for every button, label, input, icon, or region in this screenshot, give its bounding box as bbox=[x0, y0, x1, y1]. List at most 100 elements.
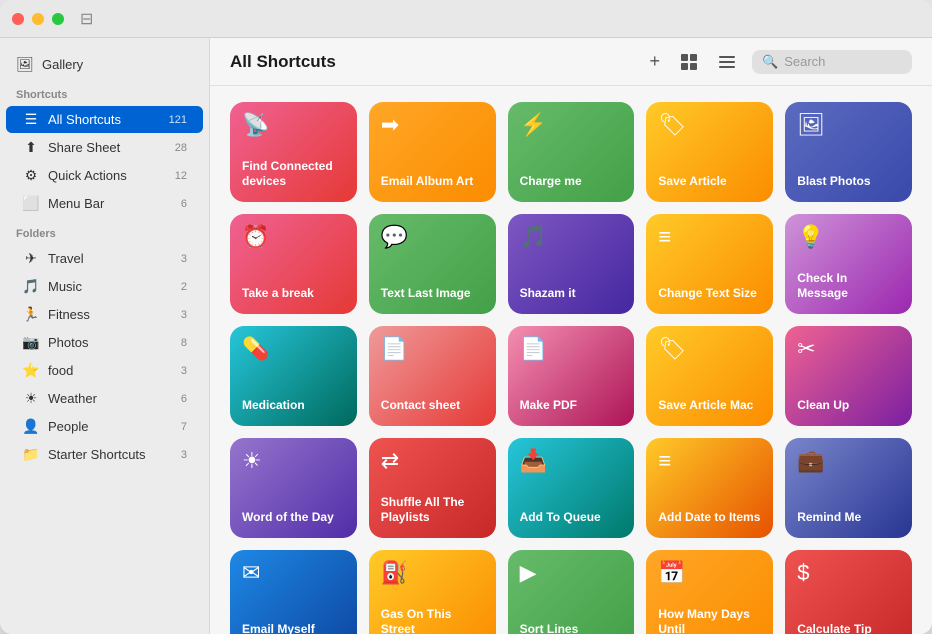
shortcut-icon-medication: 💊 bbox=[242, 338, 345, 360]
close-button[interactable] bbox=[12, 13, 24, 25]
all-shortcuts-icon: ☰ bbox=[22, 111, 40, 128]
search-icon: 🔍 bbox=[762, 54, 778, 70]
travel-label: Travel bbox=[48, 251, 173, 266]
shortcut-icon-calculate-tip: $ bbox=[797, 562, 900, 584]
shortcut-label-contact-sheet: Contact sheet bbox=[381, 398, 484, 414]
shortcut-icon-word-of-day: ☀ bbox=[242, 450, 345, 472]
sidebar-item-gallery[interactable]: 🖼 Gallery bbox=[0, 50, 209, 79]
photos-icon: 📷 bbox=[22, 334, 40, 351]
shortcut-card-word-of-day[interactable]: ☀ Word of the Day bbox=[230, 438, 357, 538]
main-window: ⊟ 🖼 Gallery Shortcuts ☰ All Shortcuts 12… bbox=[0, 0, 932, 634]
shortcut-card-add-date-items[interactable]: ≡ Add Date to Items bbox=[646, 438, 773, 538]
sidebar-item-fitness[interactable]: 🏃 Fitness 3 bbox=[6, 301, 203, 328]
sidebar-item-travel[interactable]: ✈ Travel 3 bbox=[6, 245, 203, 272]
shortcut-label-remind-me: Remind Me bbox=[797, 510, 900, 526]
shortcut-icon-shazam-it: 🎵 bbox=[520, 226, 623, 248]
shortcut-card-gas-street[interactable]: ⛽ Gas On This Street bbox=[369, 550, 496, 634]
shortcut-card-email-myself[interactable]: ✉ Email Myself bbox=[230, 550, 357, 634]
shortcut-icon-sort-lines: ▶ bbox=[520, 562, 623, 584]
people-icon: 👤 bbox=[22, 418, 40, 435]
shortcut-card-take-break[interactable]: ⏰ Take a break bbox=[230, 214, 357, 314]
traffic-lights bbox=[12, 13, 64, 25]
food-badge: 3 bbox=[181, 365, 187, 377]
shortcut-card-find-connected[interactable]: 📡 Find Connected devices bbox=[230, 102, 357, 202]
sidebar-item-share-sheet[interactable]: ⬆ Share Sheet 28 bbox=[6, 134, 203, 161]
shortcut-card-text-last-image[interactable]: 💬 Text Last Image bbox=[369, 214, 496, 314]
sidebar-item-menu-bar[interactable]: ⬜ Menu Bar 6 bbox=[6, 190, 203, 217]
food-label: food bbox=[48, 363, 173, 378]
grid-view-button[interactable] bbox=[676, 49, 702, 75]
photos-label: Photos bbox=[48, 335, 173, 350]
shortcut-icon-how-many-days: 📅 bbox=[658, 562, 761, 584]
shortcut-icon-text-last-image: 💬 bbox=[381, 226, 484, 248]
page-title: All Shortcuts bbox=[230, 52, 633, 72]
shortcut-card-save-article-mac[interactable]: 🏷 Save Article Mac bbox=[646, 326, 773, 426]
shortcut-card-charge-me[interactable]: ⚡ Charge me bbox=[508, 102, 635, 202]
shortcut-label-gas-street: Gas On This Street bbox=[381, 607, 484, 634]
shortcut-label-calculate-tip: Calculate Tip bbox=[797, 622, 900, 634]
shortcut-card-email-album[interactable]: ➡ Email Album Art bbox=[369, 102, 496, 202]
shortcut-card-contact-sheet[interactable]: 📄 Contact sheet bbox=[369, 326, 496, 426]
gallery-label: Gallery bbox=[42, 57, 83, 72]
quick-actions-icon: ⚙ bbox=[22, 167, 40, 184]
share-sheet-icon: ⬆ bbox=[22, 139, 40, 156]
add-shortcut-button[interactable]: + bbox=[645, 47, 664, 76]
shortcut-label-save-article: Save Article bbox=[658, 174, 761, 190]
shortcut-card-shazam-it[interactable]: 🎵 Shazam it bbox=[508, 214, 635, 314]
sidebar-item-starter[interactable]: 📁 Starter Shortcuts 3 bbox=[6, 441, 203, 468]
all-shortcuts-badge: 121 bbox=[169, 114, 187, 126]
shortcut-icon-take-break: ⏰ bbox=[242, 226, 345, 248]
sidebar-item-people[interactable]: 👤 People 7 bbox=[6, 413, 203, 440]
shortcut-card-blast-photos[interactable]: 🖼 Blast Photos bbox=[785, 102, 912, 202]
sidebar-item-photos[interactable]: 📷 Photos 8 bbox=[6, 329, 203, 356]
shortcut-label-clean-up: Clean Up bbox=[797, 398, 900, 414]
main-content: All Shortcuts + bbox=[210, 38, 932, 634]
shortcut-card-make-pdf[interactable]: 📄 Make PDF bbox=[508, 326, 635, 426]
fullscreen-button[interactable] bbox=[52, 13, 64, 25]
shortcut-card-medication[interactable]: 💊 Medication bbox=[230, 326, 357, 426]
travel-icon: ✈ bbox=[22, 250, 40, 267]
shortcut-label-save-article-mac: Save Article Mac bbox=[658, 398, 761, 414]
shortcut-card-check-in-message[interactable]: 💡 Check In Message bbox=[785, 214, 912, 314]
shortcut-icon-contact-sheet: 📄 bbox=[381, 338, 484, 360]
music-badge: 2 bbox=[181, 281, 187, 293]
sidebar-item-food[interactable]: ⭐ food 3 bbox=[6, 357, 203, 384]
app-body: 🖼 Gallery Shortcuts ☰ All Shortcuts 121 … bbox=[0, 38, 932, 634]
shortcut-card-save-article[interactable]: 🏷 Save Article bbox=[646, 102, 773, 202]
shortcut-label-email-album: Email Album Art bbox=[381, 174, 484, 190]
shortcut-card-how-many-days[interactable]: 📅 How Many Days Until bbox=[646, 550, 773, 634]
sidebar-item-music[interactable]: 🎵 Music 2 bbox=[6, 273, 203, 300]
fitness-icon: 🏃 bbox=[22, 306, 40, 323]
shortcut-label-medication: Medication bbox=[242, 398, 345, 414]
shortcut-card-add-to-queue[interactable]: 📥 Add To Queue bbox=[508, 438, 635, 538]
shortcut-label-shuffle-playlists: Shuffle All The Playlists bbox=[381, 495, 484, 526]
shortcut-card-shuffle-playlists[interactable]: ⇄ Shuffle All The Playlists bbox=[369, 438, 496, 538]
shortcut-label-change-text-size: Change Text Size bbox=[658, 286, 761, 302]
shortcut-label-check-in-message: Check In Message bbox=[797, 271, 900, 302]
menu-bar-badge: 6 bbox=[181, 198, 187, 210]
shortcut-icon-email-album: ➡ bbox=[381, 114, 484, 136]
shortcut-icon-blast-photos: 🖼 bbox=[797, 114, 900, 136]
sidebar-item-weather[interactable]: ☀ Weather 6 bbox=[6, 385, 203, 412]
weather-badge: 6 bbox=[181, 393, 187, 405]
photos-badge: 8 bbox=[181, 337, 187, 349]
shortcut-card-sort-lines[interactable]: ▶ Sort Lines bbox=[508, 550, 635, 634]
search-input[interactable] bbox=[784, 54, 904, 69]
sidebar-item-all-shortcuts[interactable]: ☰ All Shortcuts 121 bbox=[6, 106, 203, 133]
shortcut-card-calculate-tip[interactable]: $ Calculate Tip bbox=[785, 550, 912, 634]
gallery-icon: 🖼 bbox=[16, 56, 34, 73]
list-view-button[interactable] bbox=[714, 49, 740, 75]
shortcut-label-word-of-day: Word of the Day bbox=[242, 510, 345, 526]
fitness-label: Fitness bbox=[48, 307, 173, 322]
shortcut-icon-find-connected: 📡 bbox=[242, 114, 345, 136]
shortcut-card-remind-me[interactable]: 💼 Remind Me bbox=[785, 438, 912, 538]
menu-bar-label: Menu Bar bbox=[48, 196, 173, 211]
shortcut-icon-shuffle-playlists: ⇄ bbox=[381, 450, 484, 472]
shortcut-label-charge-me: Charge me bbox=[520, 174, 623, 190]
sidebar-toggle-icon[interactable]: ⊟ bbox=[80, 9, 93, 29]
shortcut-card-change-text-size[interactable]: ≡ Change Text Size bbox=[646, 214, 773, 314]
sidebar-item-quick-actions[interactable]: ⚙ Quick Actions 12 bbox=[6, 162, 203, 189]
toolbar: All Shortcuts + bbox=[210, 38, 932, 86]
shortcut-card-clean-up[interactable]: ✂ Clean Up bbox=[785, 326, 912, 426]
minimize-button[interactable] bbox=[32, 13, 44, 25]
